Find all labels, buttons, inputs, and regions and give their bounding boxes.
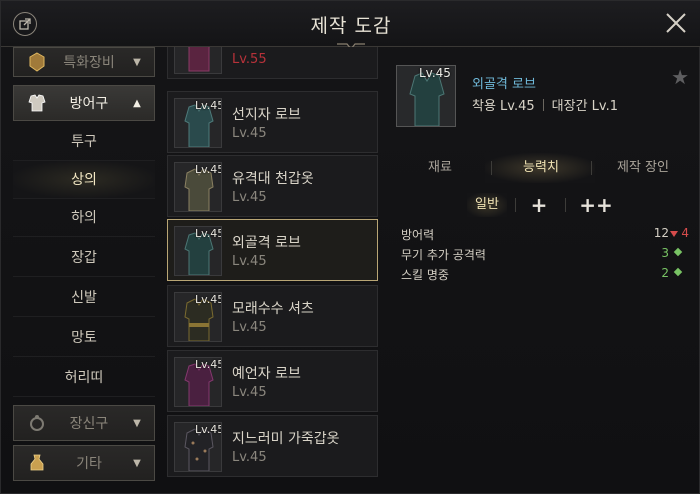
- sub-item-cloak[interactable]: 망토: [13, 319, 155, 357]
- stat-value: 2: [661, 266, 669, 280]
- list-item[interactable]: Lv.45 지느러미 가죽갑옷 Lv.45: [167, 415, 378, 477]
- stat-row-skill-accuracy: 스킬 명중 2: [397, 263, 691, 285]
- stat-subtabs: 일반 + ++: [467, 193, 627, 217]
- list-item[interactable]: Lv.45 예언자 로브 Lv.45: [167, 350, 378, 412]
- divider: [515, 198, 516, 212]
- item-level-badge: Lv.45: [195, 358, 222, 371]
- close-icon[interactable]: [663, 10, 689, 36]
- item-level: Lv.45: [232, 320, 267, 335]
- item-level-badge: Lv.45: [195, 227, 222, 240]
- sub-item-shoes[interactable]: 신발: [13, 279, 155, 317]
- item-name: 지느러미 가죽갑옷: [232, 431, 340, 447]
- chevron-down-icon: ▼: [133, 457, 141, 469]
- item-level-badge: Lv.45: [195, 293, 222, 306]
- item-level: Lv.45: [232, 450, 267, 465]
- category-special-gear[interactable]: 특화장비 ▼: [13, 47, 155, 77]
- item-list: Lv.55 Lv.45 선지자 로브 Lv.45 Lv.45 유격대 천갑옷 L…: [165, 47, 379, 494]
- favorite-star-icon[interactable]: ★: [671, 65, 689, 89]
- stat-value: 3: [661, 246, 669, 260]
- green-diamond-icon: [673, 247, 683, 257]
- sub-item-gloves[interactable]: 장갑: [13, 239, 155, 277]
- item-level: Lv.45: [232, 254, 267, 269]
- item-level: Lv.55: [232, 52, 267, 67]
- item-thumbnail: Lv.45: [174, 162, 222, 212]
- detail-item-meta: 착용 Lv.45 대장간 Lv.1: [472, 95, 618, 114]
- chevron-down-icon: ▼: [133, 417, 141, 429]
- category-sidebar: 특화장비 ▼ 방어구 ▲ 투구 상의 하의 장갑 신발 망토 허리띠 장신구 ▼: [13, 47, 155, 487]
- item-name: 유격대 천갑옷: [232, 171, 314, 187]
- stat-row-defense: 방어력 12 4: [397, 223, 691, 245]
- category-armor[interactable]: 방어구 ▲: [13, 85, 155, 121]
- divider: [542, 98, 544, 111]
- stat-delta: 4: [681, 226, 689, 240]
- item-thumbnail: Lv.45: [174, 226, 222, 276]
- green-diamond-icon: [673, 267, 683, 277]
- item-level-badge: Lv.45: [195, 423, 222, 436]
- item-thumbnail: [174, 47, 222, 74]
- item-level: Lv.45: [232, 190, 267, 205]
- category-etc[interactable]: 기타 ▼: [13, 445, 155, 481]
- special-gear-icon: [29, 52, 45, 72]
- tab-craftsman[interactable]: 제작 장인: [591, 153, 695, 183]
- armor-icon: [28, 94, 46, 112]
- bag-icon: [30, 454, 44, 471]
- item-level: Lv.45: [232, 126, 267, 141]
- sub-item-belt[interactable]: 허리띠: [13, 359, 155, 397]
- item-level-badge: Lv.45: [195, 99, 222, 112]
- subtab-normal[interactable]: 일반: [467, 193, 507, 217]
- item-level: Lv.45: [232, 385, 267, 400]
- detail-level-badge: Lv.45: [419, 66, 451, 80]
- detail-tabs: 재료 능력치 제작 장인: [395, 153, 695, 183]
- item-thumbnail: Lv.45: [174, 357, 222, 407]
- wear-level: 착용 Lv.45: [472, 99, 535, 114]
- item-level-badge: Lv.45: [195, 163, 222, 176]
- list-item-selected[interactable]: Lv.45 외골격 로브 Lv.45: [167, 219, 378, 281]
- tab-stats[interactable]: 능력치: [491, 153, 591, 183]
- craftsman-level: 대장간 Lv.1: [551, 99, 618, 114]
- item-detail-panel: Lv.45 외골격 로브 착용 Lv.45 대장간 Lv.1 ★ 재료 능력치 …: [383, 47, 700, 494]
- category-label: 장신구: [69, 416, 109, 432]
- item-name: 외골격 로브: [232, 235, 301, 251]
- stat-row-weapon-attack: 무기 추가 공격력 3: [397, 243, 691, 265]
- sub-item-top[interactable]: 상의: [13, 161, 155, 199]
- robe-icon: [187, 47, 211, 72]
- subtab-plus-plus[interactable]: ++: [573, 193, 619, 217]
- stat-label: 스킬 명중: [401, 268, 449, 282]
- sub-item-bottom[interactable]: 하의: [13, 199, 155, 237]
- item-thumbnail: Lv.45: [174, 98, 222, 148]
- item-name: 예언자 로브: [232, 366, 301, 382]
- ring-icon: [30, 415, 44, 431]
- item-name: 선지자 로브: [232, 107, 301, 123]
- list-item[interactable]: Lv.45 모래수수 셔츠 Lv.45: [167, 285, 378, 347]
- stat-label: 방어력: [401, 228, 435, 242]
- chevron-up-icon: ▲: [133, 97, 141, 109]
- category-label: 방어구: [69, 96, 109, 112]
- item-thumbnail: Lv.45: [174, 422, 222, 472]
- sub-item-helmet[interactable]: 투구: [13, 123, 155, 161]
- item-name: 모래수수 셔츠: [232, 301, 314, 317]
- tab-materials[interactable]: 재료: [395, 153, 485, 183]
- item-thumbnail: Lv.45: [174, 292, 222, 342]
- detail-item-name[interactable]: 외골격 로브: [472, 73, 536, 92]
- category-accessory[interactable]: 장신구 ▼: [13, 405, 155, 441]
- stat-value: 12: [653, 226, 669, 240]
- list-item[interactable]: Lv.45 유격대 천갑옷 Lv.45: [167, 155, 378, 217]
- stat-label: 무기 추가 공격력: [401, 248, 486, 262]
- crafting-codex-window: 제작 도감 특화장비 ▼ 방어구 ▲ 투구 상의 하의 장갑 신발 망토 허리띠…: [0, 0, 700, 494]
- detail-item-thumbnail: Lv.45: [396, 65, 456, 127]
- window-title: 제작 도감: [310, 15, 392, 37]
- list-item[interactable]: Lv.45 선지자 로브 Lv.45: [167, 91, 378, 153]
- divider: [565, 198, 566, 212]
- subtab-plus[interactable]: +: [523, 193, 555, 217]
- down-arrow-icon: [670, 231, 678, 237]
- window-header: 제작 도감: [1, 1, 700, 50]
- chevron-down-icon: ▼: [133, 56, 141, 68]
- category-label: 기타: [76, 456, 102, 472]
- list-item[interactable]: Lv.55: [167, 47, 378, 79]
- category-label: 특화장비: [63, 55, 115, 71]
